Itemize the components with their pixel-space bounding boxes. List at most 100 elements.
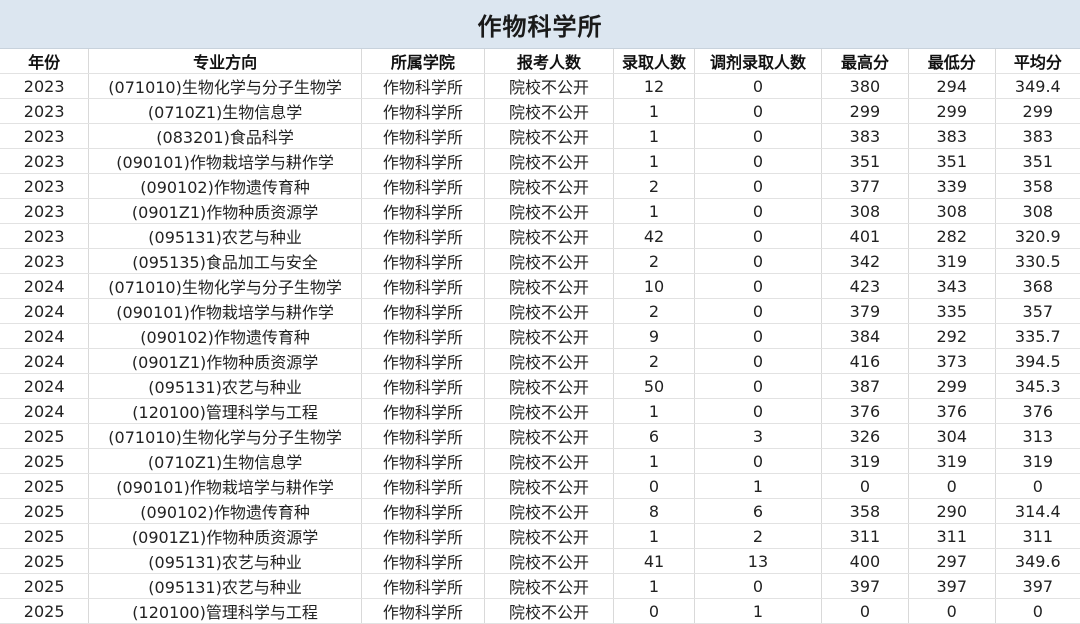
max-score-cell: 379	[821, 298, 909, 324]
avg-score-cell: 335.7	[995, 323, 1080, 349]
applicants-cell: 院校不公开	[484, 98, 615, 124]
avg-score-cell: 0	[995, 598, 1080, 624]
year-cell: 2024	[0, 298, 90, 324]
school-cell: 作物科学所	[361, 448, 485, 474]
major-cell: (071010)生物化学与分子生物学	[88, 273, 362, 299]
admitted-cell: 2	[613, 173, 695, 199]
min-score-cell: 311	[908, 523, 996, 549]
applicants-cell: 院校不公开	[484, 148, 615, 174]
admitted-cell: 0	[613, 598, 695, 624]
school-cell: 作物科学所	[361, 173, 485, 199]
max-score-cell: 387	[821, 373, 909, 399]
avg-score-cell: 313	[995, 423, 1080, 449]
avg-score-cell: 0	[995, 473, 1080, 499]
major-cell: (095131)农艺与种业	[88, 548, 362, 574]
year-cell: 2024	[0, 348, 90, 374]
max-score-cell: 383	[821, 123, 909, 149]
avg-score-cell: 349.6	[995, 548, 1080, 574]
avg-score-cell: 314.4	[995, 498, 1080, 524]
table-row: 2025 (095131)农艺与种业 作物科学所 院校不公开 41 13 400 297 349…	[0, 548, 1080, 574]
min-score-cell: 308	[908, 198, 996, 224]
admitted-cell: 1	[613, 523, 695, 549]
school-cell: 作物科学所	[361, 498, 485, 524]
major-cell: (071010)生物化学与分子生物学	[88, 423, 362, 449]
applicants-cell: 院校不公开	[484, 598, 615, 624]
admitted-cell: 1	[613, 398, 695, 424]
max-score-cell: 416	[821, 348, 909, 374]
admitted-cell: 2	[613, 298, 695, 324]
school-cell: 作物科学所	[361, 548, 485, 574]
school-cell: 作物科学所	[361, 98, 485, 124]
major-cell: (0710Z1)生物信息学	[88, 448, 362, 474]
year-cell: 2024	[0, 398, 90, 424]
year-cell: 2023	[0, 248, 90, 274]
max-score-cell: 384	[821, 323, 909, 349]
header-max-score: 最高分	[821, 49, 909, 74]
school-cell: 作物科学所	[361, 573, 485, 599]
major-cell: (0710Z1)生物信息学	[88, 98, 362, 124]
admitted-cell: 12	[613, 73, 695, 99]
year-cell: 2023	[0, 223, 90, 249]
school-cell: 作物科学所	[361, 523, 485, 549]
major-cell: (090102)作物遗传育种	[88, 173, 362, 199]
header-adjusted: 调剂录取人数	[694, 49, 823, 74]
school-cell: 作物科学所	[361, 598, 485, 624]
applicants-cell: 院校不公开	[484, 348, 615, 374]
avg-score-cell: 394.5	[995, 348, 1080, 374]
admitted-cell: 41	[613, 548, 695, 574]
adjusted-cell: 0	[694, 123, 823, 149]
major-cell: (071010)生物化学与分子生物学	[88, 73, 362, 99]
applicants-cell: 院校不公开	[484, 523, 615, 549]
admitted-cell: 2	[613, 348, 695, 374]
table-row: 2023 (071010)生物化学与分子生物学 作物科学所 院校不公开 12 0 380 29…	[0, 73, 1080, 99]
admitted-cell: 10	[613, 273, 695, 299]
adjusted-cell: 1	[694, 473, 823, 499]
table-row: 2024 (0901Z1)作物种质资源学 作物科学所 院校不公开 2 0 416 373 394…	[0, 348, 1080, 374]
adjusted-cell: 0	[694, 323, 823, 349]
spreadsheet: 作物科学所 年份 专业方向 所属学院 报考人数 录取人数 调剂录取人数 最高分 …	[0, 0, 1080, 624]
adjusted-cell: 0	[694, 448, 823, 474]
adjusted-cell: 0	[694, 198, 823, 224]
header-applicants: 报考人数	[484, 49, 615, 74]
min-score-cell: 339	[908, 173, 996, 199]
major-cell: (120100)管理科学与工程	[88, 598, 362, 624]
year-cell: 2023	[0, 173, 90, 199]
major-cell: (090102)作物遗传育种	[88, 323, 362, 349]
admissions-table: 年份 专业方向 所属学院 报考人数 录取人数 调剂录取人数 最高分 最低分 平均…	[0, 49, 1080, 624]
min-score-cell: 351	[908, 148, 996, 174]
min-score-cell: 290	[908, 498, 996, 524]
table-row: 2024 (120100)管理科学与工程 作物科学所 院校不公开 1 0 376 376 376	[0, 398, 1080, 424]
max-score-cell: 380	[821, 73, 909, 99]
adjusted-cell: 0	[694, 373, 823, 399]
applicants-cell: 院校不公开	[484, 398, 615, 424]
adjusted-cell: 0	[694, 273, 823, 299]
applicants-cell: 院校不公开	[484, 323, 615, 349]
max-score-cell: 377	[821, 173, 909, 199]
adjusted-cell: 3	[694, 423, 823, 449]
table-row: 2024 (095131)农艺与种业 作物科学所 院校不公开 50 0 387 299 345.…	[0, 373, 1080, 399]
avg-score-cell: 376	[995, 398, 1080, 424]
school-cell: 作物科学所	[361, 373, 485, 399]
year-cell: 2024	[0, 373, 90, 399]
school-cell: 作物科学所	[361, 473, 485, 499]
year-cell: 2023	[0, 198, 90, 224]
table-row: 2024 (090101)作物栽培学与耕作学 作物科学所 院校不公开 2 0 379 335 3…	[0, 298, 1080, 324]
school-cell: 作物科学所	[361, 323, 485, 349]
header-avg-score: 平均分	[995, 49, 1080, 74]
avg-score-cell: 368	[995, 273, 1080, 299]
year-cell: 2025	[0, 423, 90, 449]
table-row: 2025 (095131)农艺与种业 作物科学所 院校不公开 1 0 397 397 397	[0, 573, 1080, 599]
max-score-cell: 311	[821, 523, 909, 549]
min-score-cell: 383	[908, 123, 996, 149]
table-row: 2025 (120100)管理科学与工程 作物科学所 院校不公开 0 1 0 0 0	[0, 598, 1080, 624]
year-cell: 2024	[0, 323, 90, 349]
max-score-cell: 358	[821, 498, 909, 524]
min-score-cell: 282	[908, 223, 996, 249]
school-cell: 作物科学所	[361, 248, 485, 274]
adjusted-cell: 0	[694, 248, 823, 274]
min-score-cell: 292	[908, 323, 996, 349]
max-score-cell: 299	[821, 98, 909, 124]
school-cell: 作物科学所	[361, 73, 485, 99]
min-score-cell: 397	[908, 573, 996, 599]
avg-score-cell: 349.4	[995, 73, 1080, 99]
